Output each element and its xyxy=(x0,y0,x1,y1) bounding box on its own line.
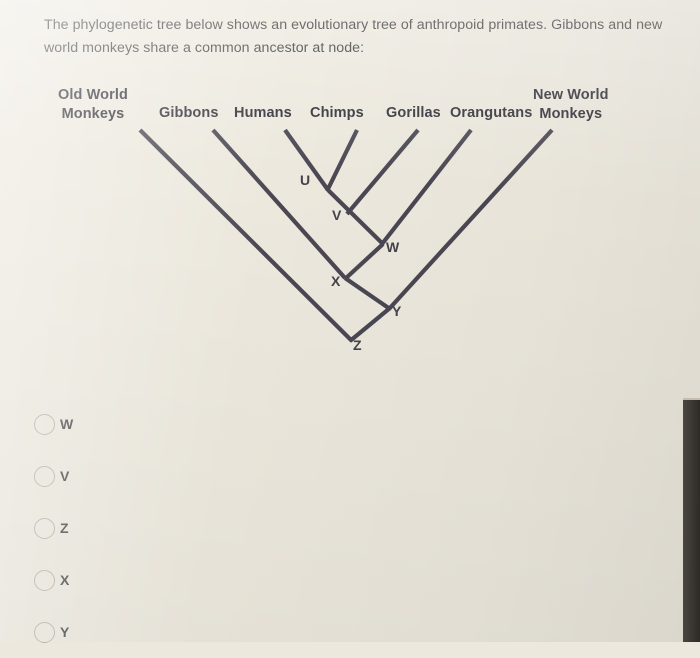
stem-w-to-x xyxy=(343,242,385,281)
node-label-u: U xyxy=(300,172,310,188)
branch-orangutans xyxy=(380,128,473,246)
answer-option-label-v: V xyxy=(60,468,70,484)
radio-button-icon-x[interactable] xyxy=(34,569,55,591)
answer-option-v[interactable]: V xyxy=(34,450,334,502)
answer-option-label-z: Z xyxy=(60,520,69,536)
node-label-w: W xyxy=(386,239,400,255)
branch-chimps xyxy=(325,129,359,192)
branch-gorillas xyxy=(345,128,420,216)
answer-option-label-y: Y xyxy=(60,624,70,640)
node-label-z: Z xyxy=(353,337,362,353)
question-text: The phylogenetic tree below shows an evo… xyxy=(44,17,663,56)
node-label-v: V xyxy=(332,207,342,223)
answer-options-list: W V Z X Y xyxy=(34,398,334,658)
tree-diagram-svg: U V W X Y Z xyxy=(138,128,554,353)
branch-new-world-monkeys xyxy=(387,128,554,311)
radio-button-icon-v[interactable] xyxy=(34,465,55,487)
stem-x-to-y xyxy=(343,276,392,311)
answer-option-y[interactable]: Y xyxy=(34,606,334,658)
node-label-y: Y xyxy=(392,303,402,319)
answer-option-label-w: W xyxy=(60,416,74,432)
radio-button-icon-z[interactable] xyxy=(34,517,55,539)
node-label-x: X xyxy=(331,273,341,289)
stem-v-to-x xyxy=(345,213,348,278)
photo-dark-edge xyxy=(683,400,700,642)
answer-option-x[interactable]: X xyxy=(34,554,334,606)
radio-button-icon-w[interactable] xyxy=(34,413,55,435)
phylogenetic-tree-figure: Old World Monkeys Gibbons Humans Chimps … xyxy=(0,80,700,370)
branch-gibbons xyxy=(211,128,347,280)
branch-old-world-monkeys xyxy=(138,128,354,343)
answer-option-w[interactable]: W xyxy=(34,398,334,450)
answer-option-z[interactable]: Z xyxy=(34,502,334,554)
radio-button-icon-y[interactable] xyxy=(34,621,55,643)
answer-option-label-x: X xyxy=(60,572,70,588)
